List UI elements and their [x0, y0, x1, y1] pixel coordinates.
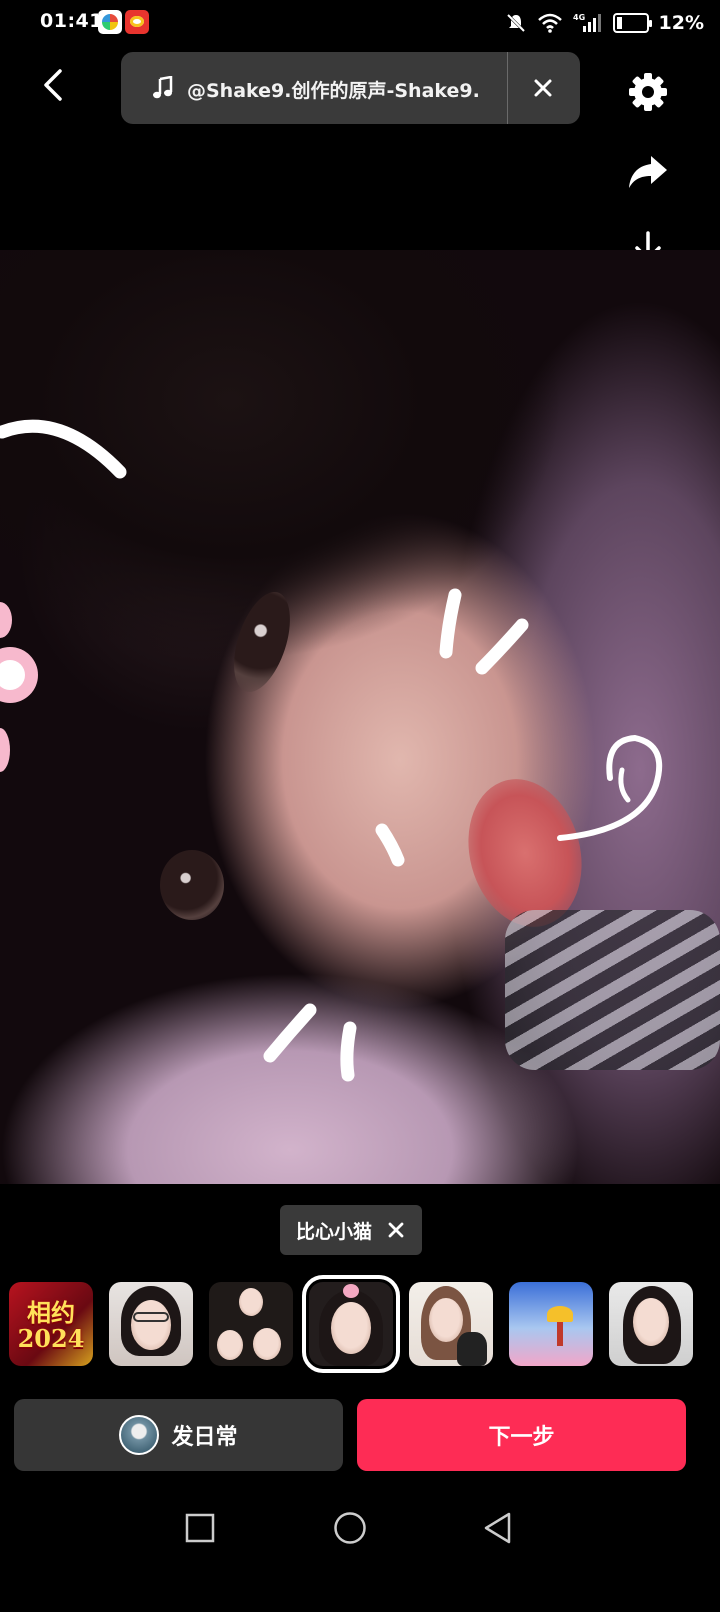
network-type: 4G [573, 13, 585, 22]
recent-apps-button[interactable] [180, 1508, 220, 1548]
effect-thumbnail[interactable] [509, 1282, 593, 1366]
music-divider [507, 52, 508, 124]
pink-cat-sticker [0, 602, 38, 772]
square-icon [185, 1513, 215, 1543]
umbrella-shape [547, 1306, 573, 1322]
next-step-button[interactable]: 下一步 [357, 1399, 686, 1471]
effect-thumbnail[interactable] [609, 1282, 693, 1366]
mute-bell-icon [506, 13, 525, 33]
chevron-left-icon [44, 69, 62, 101]
weibo-notification-icon [125, 10, 149, 34]
effect-thumbnail[interactable] [209, 1282, 293, 1366]
status-time: 01:41 [40, 10, 103, 32]
post-daily-button[interactable]: 发日常 [14, 1399, 343, 1471]
effect-thumbnail[interactable] [109, 1282, 193, 1366]
status-indicators: 4G 12% [505, 8, 704, 38]
cat-shape [457, 1332, 487, 1366]
effect-thumbnail-strip: 相约 2024 [0, 1275, 720, 1373]
doodle-overlay [0, 419, 663, 1082]
share-icon [629, 156, 667, 188]
effect-thumbnail-label: 相约 2024 [17, 1298, 85, 1353]
bow-shape [343, 1284, 359, 1298]
remove-music-button[interactable] [525, 70, 561, 106]
circle-icon [334, 1512, 366, 1544]
post-daily-label: 发日常 [171, 1425, 238, 1450]
wifi-icon [537, 13, 562, 33]
signal-icon: 4G [573, 13, 601, 32]
photo-preview[interactable] [0, 250, 720, 1184]
status-bar: 01:41 4G 12% [0, 0, 720, 48]
notification-app-icon [98, 10, 122, 34]
next-step-label: 下一步 [488, 1425, 555, 1450]
close-icon[interactable] [388, 1222, 404, 1238]
effect-thumbnail[interactable]: 相约 2024 [9, 1282, 93, 1366]
music-title: @Shake9.创作的原声-Shake9. [187, 80, 480, 102]
selected-effect-chip[interactable]: 比心小猫 [280, 1205, 422, 1255]
avatar [119, 1415, 160, 1455]
selected-effect-label: 比心小猫 [296, 1220, 373, 1243]
battery-icon [612, 13, 652, 33]
music-note-icon [153, 76, 173, 99]
share-button[interactable] [626, 150, 670, 194]
close-icon [534, 79, 552, 97]
back-nav-button[interactable] [478, 1508, 518, 1548]
triangle-back-icon [484, 1512, 511, 1544]
settings-button[interactable] [626, 70, 670, 114]
music-selector[interactable]: @Shake9.创作的原声-Shake9. [121, 52, 580, 124]
glasses-shape [133, 1312, 169, 1322]
effect-thumbnail-selected[interactable] [302, 1275, 400, 1373]
settings-icon [629, 73, 667, 111]
effect-thumbnail[interactable] [409, 1282, 493, 1366]
home-button[interactable] [330, 1508, 370, 1548]
back-button[interactable] [30, 60, 74, 110]
battery-percent: 12% [658, 12, 704, 34]
